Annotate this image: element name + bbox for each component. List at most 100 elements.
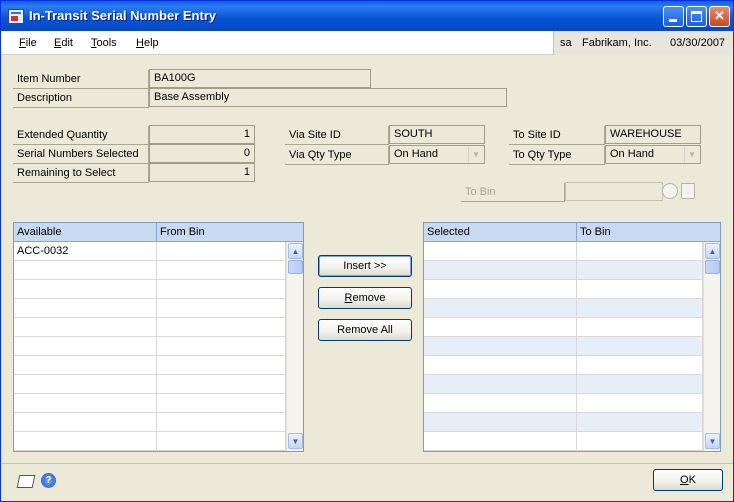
table-cell[interactable] [577, 394, 703, 413]
table-row[interactable] [424, 261, 703, 280]
close-button[interactable]: ✕ [709, 6, 730, 27]
table-row[interactable] [424, 432, 703, 451]
scroll-up-icon[interactable]: ▲ [705, 243, 720, 259]
table-cell[interactable] [157, 280, 286, 299]
table-cell[interactable]: ACC-0032 [14, 242, 157, 261]
table-cell[interactable] [424, 299, 577, 318]
table-cell[interactable] [157, 432, 286, 451]
table-cell[interactable] [14, 318, 157, 337]
table-cell[interactable] [424, 413, 577, 432]
table-row[interactable] [14, 375, 286, 394]
table-row[interactable] [424, 242, 703, 261]
column-to-bin[interactable]: To Bin [577, 223, 720, 242]
menu-edit[interactable]: Edit [54, 37, 73, 49]
table-cell[interactable] [157, 394, 286, 413]
scroll-thumb[interactable] [288, 260, 303, 274]
table-cell[interactable] [14, 356, 157, 375]
table-cell[interactable] [577, 356, 703, 375]
table-row[interactable] [14, 280, 286, 299]
selected-scrollbar[interactable]: ▲ ▼ [703, 242, 720, 451]
table-cell[interactable] [14, 337, 157, 356]
menu-help[interactable]: Help [136, 37, 159, 49]
table-cell[interactable] [577, 261, 703, 280]
table-row[interactable] [424, 299, 703, 318]
table-cell[interactable] [157, 261, 286, 280]
minimize-icon [669, 19, 677, 22]
table-row[interactable] [424, 413, 703, 432]
scroll-down-icon[interactable]: ▼ [705, 433, 720, 449]
insert-button[interactable]: Insert >> [318, 255, 412, 277]
table-row[interactable] [14, 261, 286, 280]
table-row[interactable]: ACC-0032 [14, 242, 286, 261]
table-cell[interactable] [577, 299, 703, 318]
column-available[interactable]: Available [14, 223, 157, 242]
scroll-down-icon[interactable]: ▼ [288, 433, 303, 449]
table-row[interactable] [424, 318, 703, 337]
table-row[interactable] [424, 337, 703, 356]
column-from-bin[interactable]: From Bin [157, 223, 303, 242]
table-row[interactable] [14, 432, 286, 451]
table-cell[interactable] [157, 356, 286, 375]
table-row[interactable] [14, 318, 286, 337]
table-cell[interactable] [157, 413, 286, 432]
scroll-up-icon[interactable]: ▲ [288, 243, 303, 259]
table-cell[interactable] [14, 375, 157, 394]
table-row[interactable] [14, 394, 286, 413]
note-icon[interactable] [16, 475, 36, 488]
serial-numbers-selected-field: 0 [149, 144, 255, 163]
table-row[interactable] [424, 394, 703, 413]
table-cell[interactable] [157, 299, 286, 318]
table-row[interactable] [14, 299, 286, 318]
table-cell[interactable] [577, 413, 703, 432]
item-number-label: Item Number [13, 70, 149, 89]
table-cell[interactable] [424, 394, 577, 413]
table-cell[interactable] [424, 318, 577, 337]
maximize-button[interactable] [686, 6, 707, 27]
table-cell[interactable] [14, 299, 157, 318]
table-cell[interactable] [14, 261, 157, 280]
table-cell[interactable] [157, 242, 286, 261]
table-row[interactable] [14, 337, 286, 356]
table-cell[interactable] [14, 394, 157, 413]
remove-all-button[interactable]: Remove All [318, 319, 412, 341]
to-qty-type-value: On Hand [610, 148, 655, 160]
available-scrollbar[interactable]: ▲ ▼ [286, 242, 303, 451]
remove-button[interactable]: Remove [318, 287, 412, 309]
to-qty-type-select: On Hand ▼ [605, 145, 701, 164]
scroll-thumb[interactable] [705, 260, 720, 274]
table-row[interactable] [14, 413, 286, 432]
table-cell[interactable] [157, 337, 286, 356]
table-row[interactable] [14, 356, 286, 375]
table-cell[interactable] [577, 337, 703, 356]
table-cell[interactable] [14, 413, 157, 432]
table-row[interactable] [424, 280, 703, 299]
table-cell[interactable] [577, 280, 703, 299]
table-row[interactable] [424, 375, 703, 394]
available-grid: Available From Bin ACC-0032 ▲ ▼ [13, 222, 304, 452]
table-cell[interactable] [577, 318, 703, 337]
table-cell[interactable] [157, 318, 286, 337]
table-cell[interactable] [14, 280, 157, 299]
menu-file[interactable]: File [19, 37, 37, 49]
table-cell[interactable] [424, 280, 577, 299]
table-cell[interactable] [157, 375, 286, 394]
table-cell[interactable] [577, 432, 703, 451]
table-cell[interactable] [424, 337, 577, 356]
in-transit-serial-number-window: In-Transit Serial Number Entry ✕ File Ed… [0, 0, 734, 502]
table-cell[interactable] [424, 356, 577, 375]
table-cell[interactable] [424, 242, 577, 261]
to-qty-type-label: To Qty Type [509, 146, 605, 165]
table-cell[interactable] [424, 261, 577, 280]
column-selected[interactable]: Selected [424, 223, 577, 242]
to-bin-lookup-icon [662, 183, 678, 199]
table-cell[interactable] [424, 375, 577, 394]
menu-tools[interactable]: Tools [91, 37, 117, 49]
table-cell[interactable] [14, 432, 157, 451]
table-cell[interactable] [577, 242, 703, 261]
table-row[interactable] [424, 356, 703, 375]
help-icon[interactable]: ? [41, 473, 56, 488]
table-cell[interactable] [424, 432, 577, 451]
minimize-button[interactable] [663, 6, 684, 27]
table-cell[interactable] [577, 375, 703, 394]
ok-button[interactable]: OK [653, 469, 723, 491]
